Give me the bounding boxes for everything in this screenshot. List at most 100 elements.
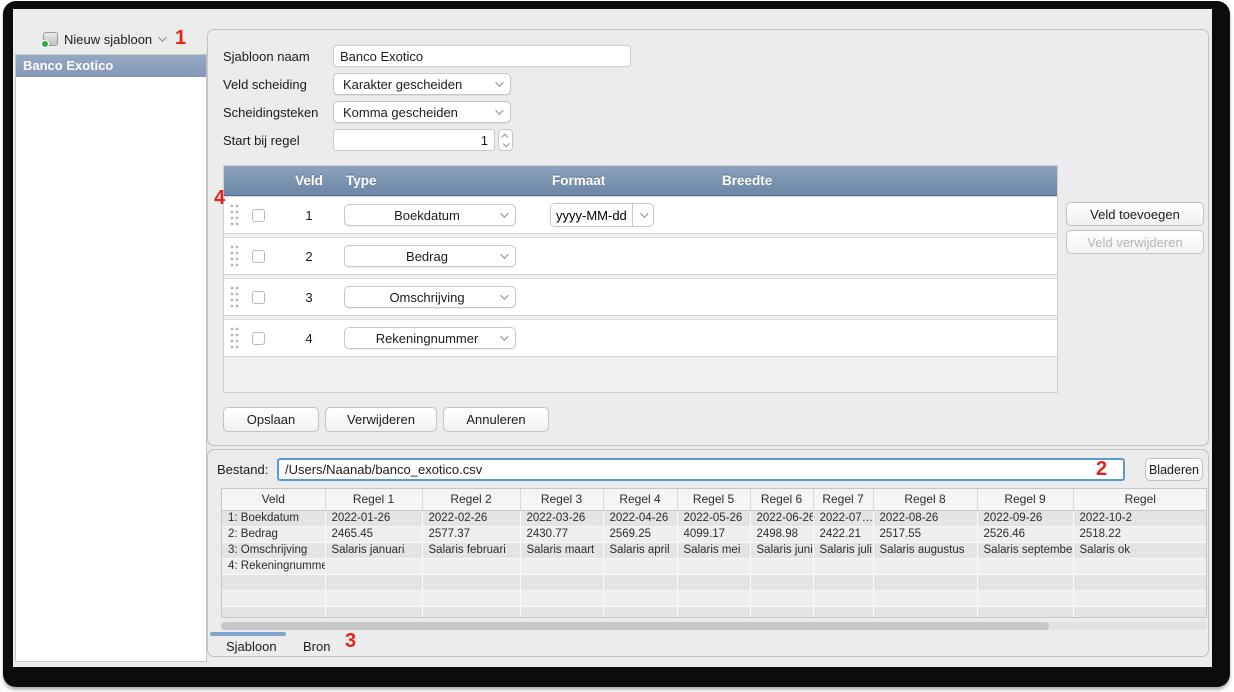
field-separation-value: Karakter gescheiden (343, 77, 495, 92)
annotation-1: 1 (175, 28, 186, 48)
header-formaat: Formaat (546, 173, 716, 188)
source-panel: Bestand: Bladeren 2 Veld Regel 1 Regel 2… (207, 449, 1209, 657)
preview-cell: 2569.25 (603, 526, 677, 542)
preview-col-regel2: Regel 2 (422, 489, 520, 510)
preview-cell: 2022-02-26 (422, 510, 520, 526)
field-row-4-checkbox[interactable] (252, 332, 265, 345)
horizontal-scrollbar[interactable] (221, 622, 1207, 630)
chevron-down-icon (500, 209, 508, 217)
drag-handle-icon[interactable] (230, 327, 239, 350)
preview-col-regel8: Regel 8 (873, 489, 977, 510)
field-row-4-type-select[interactable]: Rekeningnummer (344, 327, 516, 349)
new-template-button[interactable]: Nieuw sjabloon (43, 28, 164, 50)
field-row-3-checkbox[interactable] (252, 291, 265, 304)
preview-cell: 2022-09-26 (977, 510, 1073, 526)
annotation-4: 4 (214, 188, 225, 208)
header-type: Type (340, 173, 546, 188)
delete-button[interactable]: Verwijderen (325, 407, 437, 432)
window-frame: Nieuw sjabloon 1 Banco Exotico Sjabloon … (3, 1, 1230, 687)
scrollbar-thumb[interactable] (221, 622, 1049, 630)
preview-cell: Salaris augustus (873, 542, 977, 558)
green-plus-badge-icon (41, 40, 49, 48)
field-row-1-type-select[interactable]: Boekdatum (344, 204, 516, 226)
field-row-1-format-combo[interactable] (550, 203, 654, 227)
preview-cell: 2022-08-26 (873, 510, 977, 526)
field-row-3: 3 Omschrijving (224, 278, 1057, 316)
start-row-label: Start bij regel (223, 133, 333, 148)
new-template-icon (43, 32, 58, 46)
preview-col-regel5: Regel 5 (677, 489, 750, 510)
field-row-3-type-value: Omschrijving (354, 290, 500, 305)
field-row-1-checkbox[interactable] (252, 209, 265, 222)
app-window: Nieuw sjabloon 1 Banco Exotico Sjabloon … (13, 9, 1212, 667)
preview-row-bedrag: 2: Bedrag 2465.45 2577.37 2430.77 2569.2… (222, 526, 1207, 542)
template-list-item-banco-exotico[interactable]: Banco Exotico (16, 55, 206, 77)
preview-cell: 2: Bedrag (222, 526, 325, 542)
start-row-stepper[interactable] (498, 129, 513, 151)
cancel-button[interactable]: Annuleren (443, 407, 549, 432)
annotation-2: 2 (1096, 459, 1107, 479)
field-row-1-format-input[interactable] (550, 203, 632, 227)
preview-cell: 2517.55 (873, 526, 977, 542)
preview-cell: 1: Boekdatum (222, 510, 325, 526)
drag-handle-icon[interactable] (230, 245, 239, 268)
field-row-4: 4 Rekeningnummer (224, 319, 1057, 357)
template-list: Banco Exotico (15, 54, 207, 662)
preview-row-rekeningnummer: 4: Rekeningnummer (222, 558, 1207, 574)
preview-cell: Salaris juli (813, 542, 873, 558)
header-breedte: Breedte (716, 173, 1057, 188)
chevron-down-icon (158, 33, 166, 41)
field-row-3-number: 3 (278, 290, 340, 305)
field-row-4-number: 4 (278, 331, 340, 346)
preview-cell: Salaris april (603, 542, 677, 558)
save-button[interactable]: Opslaan (223, 407, 319, 432)
fields-table: Veld Type Formaat Breedte 1 Boekdatum (223, 165, 1058, 393)
preview-cell: Salaris september (977, 542, 1073, 558)
preview-col-regel3: Regel 3 (520, 489, 603, 510)
template-panel: Sjabloon naam Veld scheiding Karakter ge… (207, 29, 1209, 446)
preview-cell: Salaris ok (1073, 542, 1207, 558)
new-template-label: Nieuw sjabloon (64, 32, 152, 47)
start-row-input[interactable] (333, 129, 495, 151)
preview-col-regel1: Regel 1 (325, 489, 422, 510)
file-row: Bestand: Bladeren (208, 458, 1210, 482)
file-path-input[interactable] (277, 458, 1125, 481)
chevron-down-icon (495, 106, 503, 114)
preview-header-row: Veld Regel 1 Regel 2 Regel 3 Regel 4 Reg… (222, 489, 1207, 510)
tab-bron[interactable]: Bron (303, 639, 330, 654)
fields-table-header: Veld Type Formaat Breedte (224, 166, 1057, 196)
preview-cell: 2498.98 (750, 526, 813, 542)
template-name-input[interactable] (333, 45, 631, 67)
screenshot: Nieuw sjabloon 1 Banco Exotico Sjabloon … (0, 0, 1234, 692)
add-field-button[interactable]: Veld toevoegen (1066, 202, 1204, 226)
preview-cell: 2022-07… (813, 510, 873, 526)
field-separation-label: Veld scheiding (223, 77, 333, 92)
remove-field-button[interactable]: Veld verwijderen (1066, 230, 1204, 254)
field-row-1-type-value: Boekdatum (354, 208, 500, 223)
preview-cell: 2422.21 (813, 526, 873, 542)
delimiter-label: Scheidingsteken (223, 105, 333, 120)
preview-row-omschrijving: 3: Omschrijving Salaris januari Salaris … (222, 542, 1207, 558)
field-row-2-type-value: Bedrag (354, 249, 500, 264)
preview-col-regel6: Regel 6 (750, 489, 813, 510)
delimiter-select[interactable]: Komma gescheiden (333, 101, 511, 123)
field-row-2: 2 Bedrag (224, 237, 1057, 275)
drag-handle-icon[interactable] (230, 204, 239, 227)
field-row-2-type-select[interactable]: Bedrag (344, 245, 516, 267)
field-separation-select[interactable]: Karakter gescheiden (333, 73, 511, 95)
tab-sjabloon[interactable]: Sjabloon (226, 639, 277, 654)
chevron-down-icon (640, 209, 648, 217)
chevron-down-icon (500, 291, 508, 299)
combo-arrow[interactable] (632, 203, 654, 227)
field-row-3-type-select[interactable]: Omschrijving (344, 286, 516, 308)
preview-cell: 2022-04-26 (603, 510, 677, 526)
preview-row-boekdatum: 1: Boekdatum 2022-01-26 2022-02-26 2022-… (222, 510, 1207, 526)
preview-cell: Salaris februari (422, 542, 520, 558)
drag-handle-icon[interactable] (230, 286, 239, 309)
preview-table-wrap: Veld Regel 1 Regel 2 Regel 3 Regel 4 Reg… (221, 488, 1207, 618)
selected-tab-indicator (210, 632, 286, 636)
browse-button[interactable]: Bladeren (1145, 458, 1203, 481)
field-row-2-checkbox[interactable] (252, 250, 265, 263)
field-row-2-number: 2 (278, 249, 340, 264)
preview-cell: 4099.17 (677, 526, 750, 542)
